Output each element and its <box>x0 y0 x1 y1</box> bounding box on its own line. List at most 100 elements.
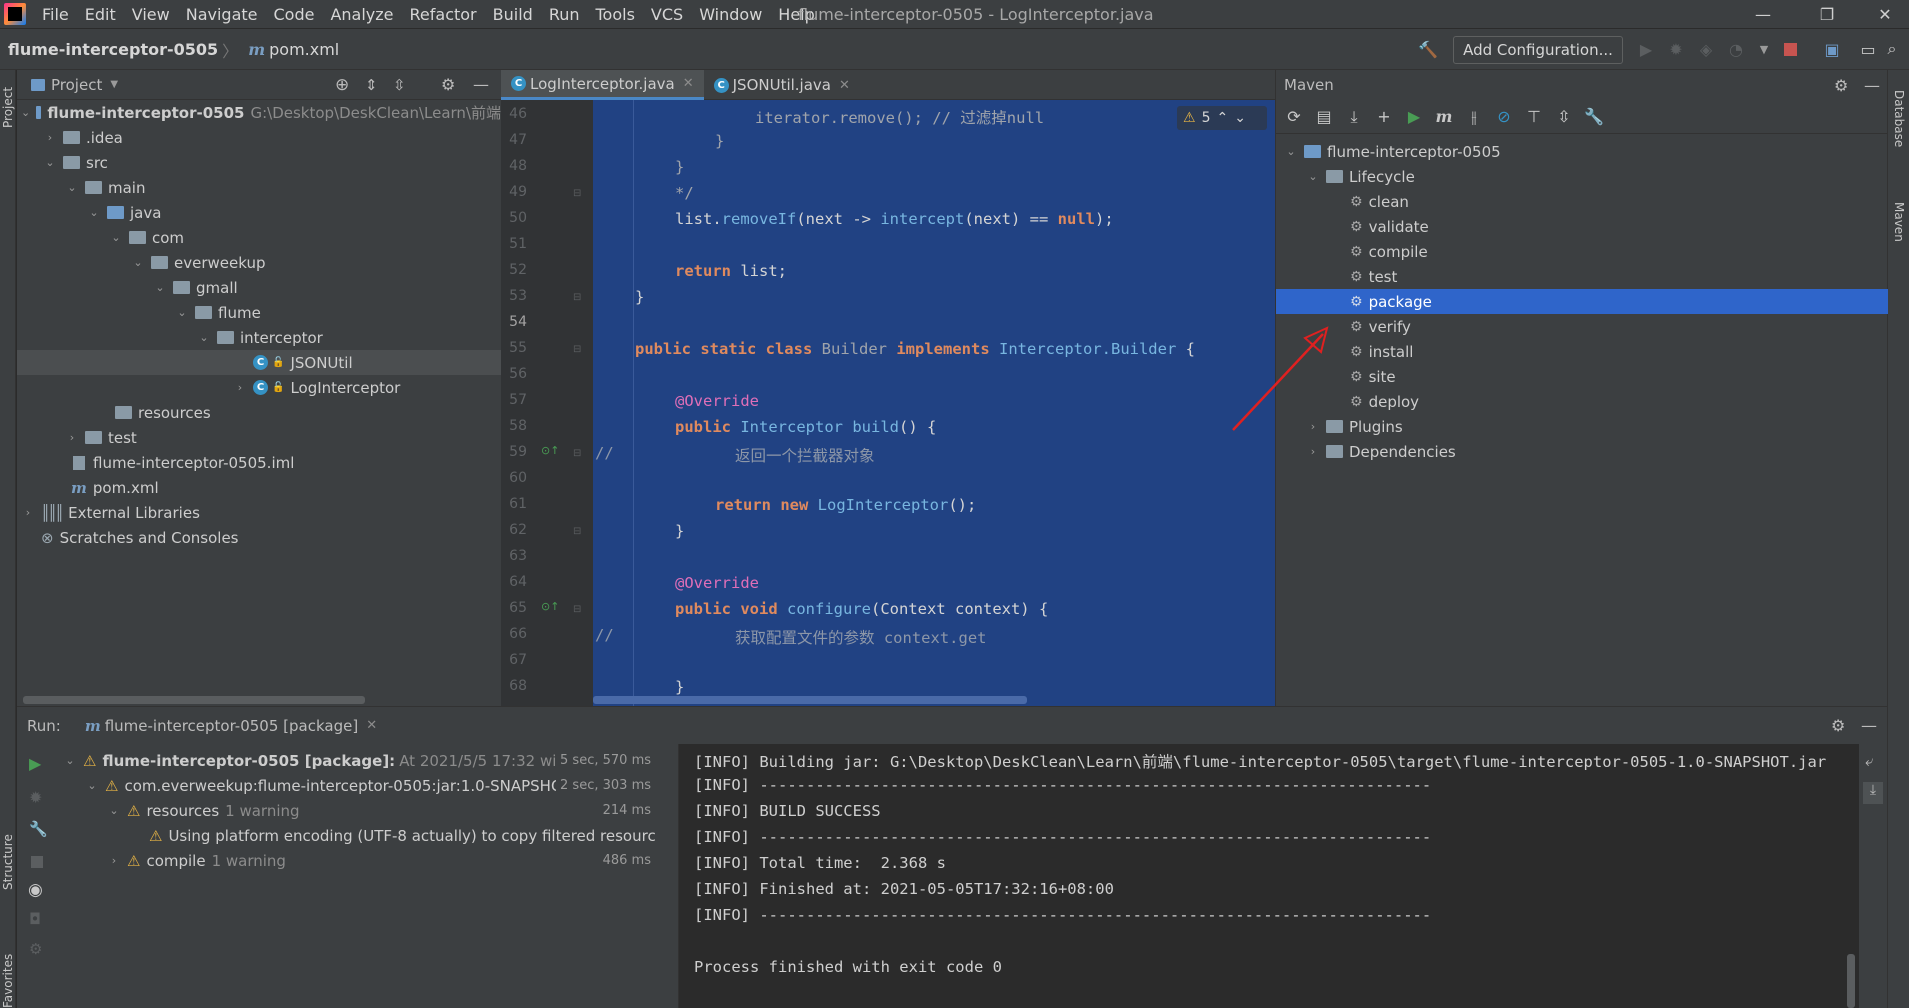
eye-icon[interactable]: ◉ <box>28 880 43 900</box>
tree-item-resources[interactable]: resources <box>17 400 211 425</box>
collapse-all-icon[interactable]: ⇳ <box>1552 105 1576 129</box>
tree-item-gmall[interactable]: ⌄ gmall <box>17 275 237 300</box>
tree-item-everweekup[interactable]: ⌄ everweekup <box>17 250 265 275</box>
vertical-scrollbar[interactable] <box>1847 954 1855 1008</box>
tree-item-external-libraries[interactable]: › ║║║ External Libraries <box>17 500 200 525</box>
presentation-icon[interactable]: ▭ <box>1856 37 1880 61</box>
chevron-right-icon[interactable]: › <box>21 506 35 519</box>
maven-dependencies-node[interactable]: › Dependencies <box>1276 439 1456 464</box>
tree-item-root[interactable]: ⌄ flume-interceptor-0505 G:\Desktop\Desk… <box>17 100 501 125</box>
chevron-down-icon[interactable]: ⌄ <box>1284 145 1298 158</box>
menu-vcs[interactable]: VCS <box>643 0 691 29</box>
maven-lifecycle-node[interactable]: ⌄ Lifecycle <box>1276 164 1414 189</box>
chevron-down-icon[interactable]: ⌄ <box>65 181 79 194</box>
chevron-down-icon[interactable]: ⌄ <box>107 804 121 817</box>
breadcrumb-project[interactable]: flume-interceptor-0505 <box>8 40 218 59</box>
skip-tests-icon[interactable]: ⊘ <box>1492 105 1516 129</box>
chevron-down-icon[interactable]: ⌄ <box>197 331 211 344</box>
stop-icon[interactable] <box>1778 37 1802 61</box>
settings-gear-icon[interactable]: ⚙ <box>1834 76 1848 95</box>
chevron-down-icon[interactable]: ⌄ <box>43 156 57 169</box>
console-output[interactable]: [INFO] Building jar: G:\Desktop\DeskClea… <box>679 744 1859 1008</box>
maven-phase-validate[interactable]: ⚙ validate <box>1276 214 1429 239</box>
menu-build[interactable]: Build <box>485 0 541 29</box>
fold-marker-icon[interactable]: ⊟ <box>573 188 581 199</box>
chevron-down-icon[interactable]: ⌄ <box>21 106 30 119</box>
settings-icon[interactable]: ⚙ <box>29 940 42 958</box>
add-configuration-button[interactable]: Add Configuration... <box>1453 36 1623 64</box>
tree-item-pom[interactable]: m pom.xml <box>17 475 159 500</box>
menu-navigate[interactable]: Navigate <box>178 0 266 29</box>
chevron-right-icon[interactable]: › <box>107 854 121 867</box>
run-icon[interactable]: ▶ <box>1402 105 1426 129</box>
project-panel-title[interactable]: Project <box>51 76 102 94</box>
tree-item-java[interactable]: ⌄ java <box>17 200 161 225</box>
wrench-icon[interactable]: 🔧 <box>29 820 48 838</box>
maven-tool-tab[interactable]: Maven <box>1892 202 1906 242</box>
build-root-node[interactable]: ⌄ ⚠ flume-interceptor-0505 [package]: At… <box>55 748 655 773</box>
toggle-offline-icon[interactable]: ⫲ <box>1462 105 1486 129</box>
rerun-icon[interactable]: ▶ <box>29 754 41 773</box>
tree-item-scratches[interactable]: ⊗ Scratches and Consoles <box>17 525 239 550</box>
horizontal-scrollbar[interactable] <box>593 696 1027 704</box>
show-dependencies-icon[interactable]: ⊤ <box>1522 105 1546 129</box>
generate-sources-icon[interactable]: ▤ <box>1312 105 1336 129</box>
fold-marker-icon[interactable]: ⊟ <box>573 604 581 615</box>
minimize-button[interactable]: — <box>1740 0 1786 29</box>
coverage-icon[interactable]: ◈ <box>1694 37 1718 61</box>
download-icon[interactable]: ⤓ <box>1342 105 1366 129</box>
horizontal-scrollbar[interactable] <box>23 696 365 704</box>
camera-icon[interactable]: ◘ <box>29 910 41 928</box>
menu-edit[interactable]: Edit <box>77 0 124 29</box>
tree-item-src[interactable]: ⌄ src <box>17 150 108 175</box>
maven-phase-clean[interactable]: ⚙ clean <box>1276 189 1409 214</box>
build-resources-node[interactable]: ⌄ ⚠ resources 1 warning 214 ms <box>55 798 655 823</box>
tree-item-main[interactable]: ⌄ main <box>17 175 145 200</box>
chevron-down-icon[interactable]: ⌄ <box>175 306 189 319</box>
hide-panel-icon[interactable]: — <box>1861 716 1877 735</box>
override-marker-icon[interactable]: ⊙↑ <box>541 444 559 457</box>
expand-all-icon[interactable]: ⇕ <box>365 76 378 94</box>
tab-loginterceptor[interactable]: C LogInterceptor.java ✕ <box>501 70 704 100</box>
project-structure-icon[interactable]: ▣ <box>1820 37 1844 61</box>
chevron-right-icon[interactable]: › <box>1306 445 1320 458</box>
close-tab-icon[interactable]: ✕ <box>366 718 377 733</box>
chevron-right-icon[interactable]: › <box>233 381 247 394</box>
close-window-button[interactable]: ✕ <box>1862 0 1908 29</box>
tree-item-idea[interactable]: › .idea <box>17 125 123 150</box>
run-tab[interactable]: flume-interceptor-0505 [package] <box>105 717 358 735</box>
favorites-tool-tab[interactable]: Favorites <box>1 954 15 1008</box>
menu-view[interactable]: View <box>124 0 178 29</box>
build-warning-message[interactable]: ⚠ Using platform encoding (UTF-8 actuall… <box>55 823 655 848</box>
debug-icon[interactable]: ✹ <box>29 788 42 807</box>
maven-phase-package[interactable]: ⚙ package <box>1276 289 1888 314</box>
build-artifact-node[interactable]: ⌄ ⚠ com.everweekup:flume-interceptor-050… <box>55 773 655 798</box>
hide-panel-icon[interactable]: — <box>473 75 489 94</box>
tree-item-interceptor[interactable]: ⌄ interceptor <box>17 325 322 350</box>
menu-file[interactable]: File <box>34 0 77 29</box>
menu-refactor[interactable]: Refactor <box>402 0 485 29</box>
settings-gear-icon[interactable]: ⚙ <box>441 75 455 94</box>
soft-wrap-icon[interactable]: ⤶ <box>1865 752 1873 770</box>
inspection-widget[interactable]: ⚠ 5 ⌃ ⌄ <box>1177 106 1267 130</box>
fold-marker-icon[interactable]: ⊟ <box>573 448 581 459</box>
chevron-right-icon[interactable]: › <box>65 431 79 444</box>
search-everywhere-icon[interactable]: ⌕ <box>1880 37 1904 61</box>
hide-panel-icon[interactable]: — <box>1864 76 1880 95</box>
fold-marker-icon[interactable]: ⊟ <box>573 526 581 537</box>
maven-settings-wrench-icon[interactable]: 🔧 <box>1582 105 1606 129</box>
database-tool-tab[interactable]: Database <box>1892 90 1906 147</box>
chevron-down-icon[interactable]: ⌄ <box>87 206 101 219</box>
stop-icon[interactable] <box>31 856 43 868</box>
view-dropdown-chevron-down-icon[interactable]: ▼ <box>110 79 118 90</box>
project-tool-tab[interactable]: Project <box>1 87 15 128</box>
tree-item-loginterceptor[interactable]: › C 🔓 LogInterceptor <box>17 375 401 400</box>
reload-icon[interactable]: ⟳ <box>1282 105 1306 129</box>
build-compile-node[interactable]: › ⚠ compile 1 warning 486 ms <box>55 848 655 873</box>
maven-project-node[interactable]: ⌄ flume-interceptor-0505 <box>1276 139 1500 164</box>
structure-tool-tab[interactable]: Structure <box>1 834 15 890</box>
chevron-down-icon[interactable]: ⌄ <box>63 754 77 767</box>
tab-jsonutil[interactable]: C JSONUtil.java ✕ <box>704 70 860 100</box>
chevron-down-icon[interactable]: ⌄ <box>153 281 167 294</box>
menu-code[interactable]: Code <box>266 0 323 29</box>
